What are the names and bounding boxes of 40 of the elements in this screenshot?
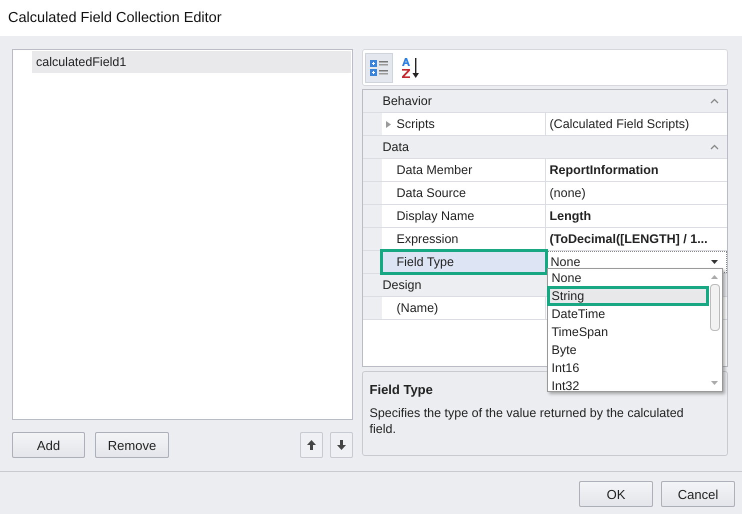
category-header[interactable]: Behavior xyxy=(362,90,727,113)
collapse-icon xyxy=(710,144,719,150)
expand-arrow-icon xyxy=(386,120,391,128)
category-header[interactable]: Data xyxy=(362,136,727,159)
list-button[interactable]: Remove xyxy=(95,432,169,458)
dialog-button[interactable]: OK xyxy=(579,481,653,507)
property-name[interactable]: (Name) xyxy=(382,297,546,319)
window-title: Calculated Field Collection Editor xyxy=(8,10,222,26)
dropdown-option[interactable]: Int32 xyxy=(548,377,708,395)
list-button[interactable]: Add xyxy=(12,432,85,458)
property-name[interactable]: Data Source xyxy=(382,182,546,204)
dialog-button[interactable]: Cancel xyxy=(661,481,735,507)
dropdown-option[interactable]: String xyxy=(548,287,708,305)
dropdown-option[interactable]: Byte xyxy=(548,341,708,359)
down-arrow-icon xyxy=(336,440,346,450)
sort-az-icon xyxy=(400,56,421,78)
description-text: Specifies the type of the value returned by the calculated field. xyxy=(370,405,685,437)
dropdown-option[interactable]: Int16 xyxy=(548,359,708,377)
scroll-down-icon[interactable] xyxy=(711,381,718,385)
property-name[interactable]: Field Type xyxy=(382,251,546,273)
property-name[interactable]: Data Member xyxy=(382,159,546,181)
property-name[interactable]: Display Name xyxy=(382,205,546,227)
categorized-button[interactable] xyxy=(364,52,393,82)
categorized-list-icon xyxy=(368,58,389,78)
move-up-button[interactable] xyxy=(300,432,323,458)
dropdown-option[interactable]: TimeSpan xyxy=(548,323,708,341)
property-value[interactable]: (Calculated Field Scripts) xyxy=(546,113,727,135)
up-arrow-icon xyxy=(306,440,316,450)
property-name[interactable]: Scripts xyxy=(382,113,546,135)
list-item[interactable]: calculatedField1 xyxy=(32,51,351,73)
dropdown-arrow-icon xyxy=(711,260,718,264)
property-value[interactable]: (ToDecimal([LENGTH] / 1... xyxy=(546,228,727,250)
move-down-button[interactable] xyxy=(330,432,353,458)
property-name[interactable]: Expression xyxy=(382,228,546,250)
collapse-icon xyxy=(710,98,719,104)
property-value[interactable]: (none) xyxy=(546,182,727,204)
description-title: Field Type xyxy=(370,382,433,397)
property-value[interactable]: ReportInformation xyxy=(546,159,727,181)
property-value[interactable]: Length xyxy=(546,205,727,227)
dropdown-option[interactable]: DateTime xyxy=(548,305,708,323)
